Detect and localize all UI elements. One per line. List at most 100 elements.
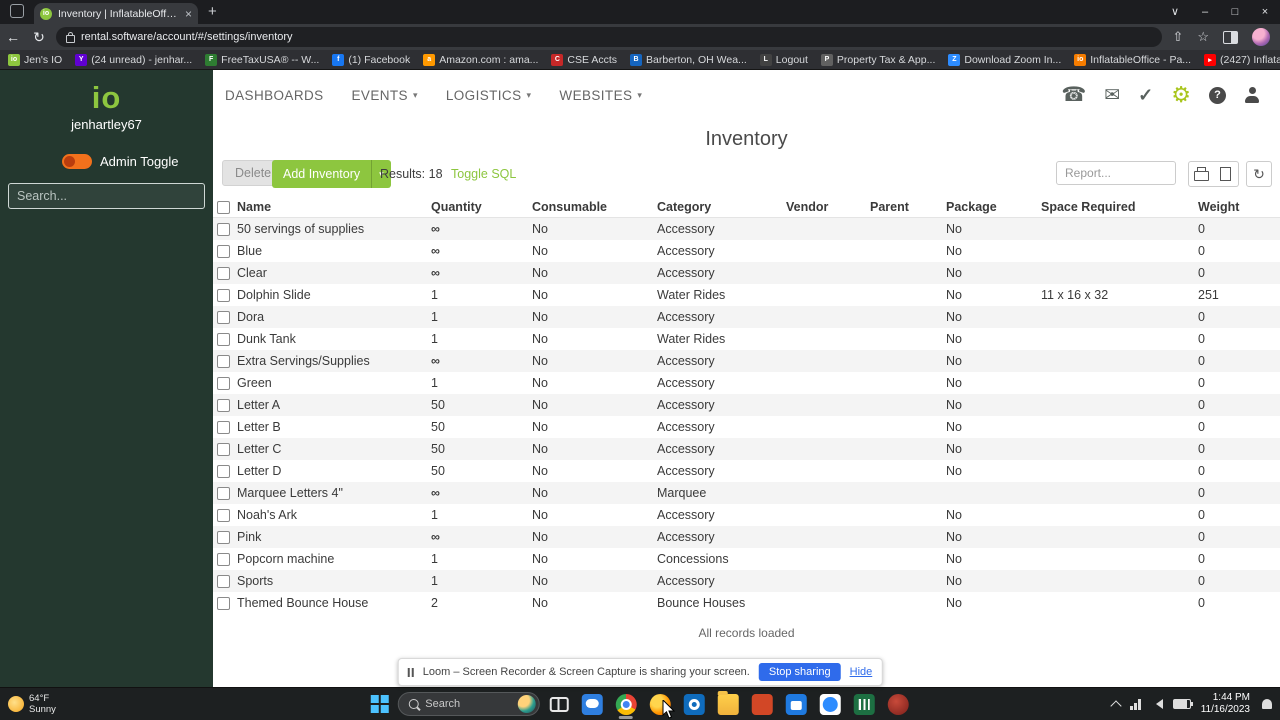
row-checkbox[interactable] xyxy=(217,553,230,567)
refresh-table-button[interactable]: ↻ xyxy=(1246,161,1272,187)
print-button[interactable] xyxy=(1188,161,1214,187)
table-row[interactable]: Extra Servings/Supplies ∞ No Accessory No 0 xyxy=(213,350,1280,373)
side-panel-icon[interactable] xyxy=(1223,30,1238,44)
table-row[interactable]: Letter B 50 No Accessory No 0 xyxy=(213,416,1280,439)
gear-icon[interactable]: ⚙ xyxy=(1171,84,1191,106)
table-row[interactable]: Letter D 50 No Accessory No 0 xyxy=(213,460,1280,483)
column-header-package[interactable]: Package xyxy=(942,197,1037,219)
table-row[interactable]: Dora 1 No Accessory No 0 xyxy=(213,306,1280,329)
column-header-name[interactable]: Name xyxy=(233,197,427,219)
battery-icon[interactable] xyxy=(1172,699,1193,709)
row-checkbox[interactable] xyxy=(217,597,230,611)
file-explorer-icon-button[interactable] xyxy=(714,690,741,718)
browser-tab[interactable]: io Inventory | InflatableOffice × xyxy=(34,3,198,24)
excel-icon-button[interactable] xyxy=(850,691,877,718)
row-checkbox[interactable] xyxy=(217,289,230,303)
column-header-category[interactable]: Category xyxy=(653,197,782,219)
nav-item-websites[interactable]: WEBSITES ▾ xyxy=(559,88,642,103)
start-button[interactable] xyxy=(369,693,391,715)
bookmark-item[interactable]: C CSE Accts xyxy=(551,53,617,66)
table-row[interactable]: Clear ∞ No Accessory No 0 xyxy=(213,262,1280,285)
bookmark-item[interactable]: io Jen's IO xyxy=(8,53,62,66)
row-checkbox[interactable] xyxy=(217,245,230,259)
weather-widget[interactable]: 64°F Sunny xyxy=(0,693,158,716)
row-checkbox[interactable] xyxy=(217,377,230,391)
row-checkbox[interactable] xyxy=(217,333,230,347)
powerpoint-icon-button[interactable] xyxy=(748,691,775,718)
admin-toggle-switch[interactable] xyxy=(62,154,92,169)
nav-item-dashboards[interactable]: DASHBOARDS xyxy=(225,88,324,103)
tab-close-icon[interactable]: × xyxy=(185,8,192,20)
row-checkbox[interactable] xyxy=(217,443,230,457)
profile-avatar[interactable] xyxy=(1252,28,1270,46)
refresh-icon[interactable]: ↻ xyxy=(26,29,52,46)
hidden-icons-chevron[interactable] xyxy=(1110,699,1122,712)
table-row[interactable]: Themed Bounce House 2 No Bounce Houses No 0 xyxy=(213,592,1280,615)
column-header-parent[interactable]: Parent xyxy=(866,197,942,219)
column-header-vendor[interactable]: Vendor xyxy=(782,197,866,219)
table-row[interactable]: Sports 1 No Accessory No 0 xyxy=(213,570,1280,593)
table-row[interactable]: Blue ∞ No Accessory No 0 xyxy=(213,240,1280,263)
taskbar-clock[interactable]: 1:44 PM 11/16/2023 xyxy=(1201,692,1250,717)
back-icon[interactable]: ← xyxy=(0,29,26,45)
store-icon-button[interactable] xyxy=(782,691,809,718)
bookmark-star-icon[interactable]: ☆ xyxy=(1197,29,1209,45)
mail-icon[interactable]: ✉ xyxy=(1104,86,1120,105)
bookmark-item[interactable]: Z Download Zoom In... xyxy=(948,53,1061,66)
bookmark-item[interactable]: ▸(2427) InflatableOffi... xyxy=(1204,53,1280,66)
chrome-icon-button[interactable] xyxy=(612,691,639,718)
select-all-checkbox[interactable] xyxy=(217,201,230,215)
table-row[interactable]: Dolphin Slide 1 No Water Rides No 11 x 16 x 3… xyxy=(213,284,1280,307)
column-header-quantity[interactable]: Quantity xyxy=(427,197,528,219)
report-input[interactable] xyxy=(1056,161,1176,185)
row-checkbox[interactable] xyxy=(217,223,230,237)
address-bar[interactable]: rental.software/account/#/settings/inven… xyxy=(56,27,1163,47)
export-button[interactable] xyxy=(1213,161,1239,187)
row-checkbox[interactable] xyxy=(217,355,230,369)
brave-icon-button[interactable] xyxy=(884,691,911,718)
nav-item-events[interactable]: EVENTS ▾ xyxy=(352,88,418,103)
chevron-down-icon[interactable]: ∨ xyxy=(1160,0,1190,24)
table-row[interactable]: Marquee Letters 4" ∞ No Marquee 0 xyxy=(213,482,1280,505)
table-row[interactable]: Letter C 50 No Accessory No 0 xyxy=(213,438,1280,461)
bookmark-item[interactable]: B Barberton, OH Wea... xyxy=(630,53,747,66)
bookmark-item[interactable]: P Property Tax & App... xyxy=(820,53,935,66)
row-checkbox[interactable] xyxy=(217,531,230,545)
share-icon[interactable]: ⇧ xyxy=(1172,29,1183,45)
table-row[interactable]: 50 servings of supplies ∞ No Accessory No 0 xyxy=(213,217,1280,241)
table-row[interactable]: Noah's Ark 1 No Accessory No 0 xyxy=(213,504,1280,527)
stop-sharing-button[interactable]: Stop sharing xyxy=(758,663,841,681)
add-inventory-button[interactable]: Add Inventory xyxy=(272,160,372,188)
bookmark-item[interactable]: L Logout xyxy=(759,53,808,66)
task-view-icon-button[interactable] xyxy=(546,691,571,718)
tab-search-icon[interactable] xyxy=(10,4,24,18)
table-row[interactable]: Green 1 No Accessory No 0 xyxy=(213,372,1280,395)
phone-icon[interactable]: ☎ xyxy=(1061,85,1086,105)
table-row[interactable]: Popcorn machine 1 No Concessions No 0 xyxy=(213,548,1280,571)
notification-bell-icon[interactable] xyxy=(1262,699,1272,709)
hide-link[interactable]: Hide xyxy=(850,666,873,678)
zoom-icon-button[interactable] xyxy=(816,691,843,718)
row-checkbox[interactable] xyxy=(217,267,230,281)
row-checkbox[interactable] xyxy=(217,465,230,479)
bookmark-item[interactable]: F FreeTaxUSA® -- W... xyxy=(205,53,319,66)
nav-item-logistics[interactable]: LOGISTICS ▾ xyxy=(446,88,532,103)
row-checkbox[interactable] xyxy=(217,487,230,501)
bookmark-item[interactable]: io InflatableOffice - Pa... xyxy=(1074,53,1191,66)
network-icon[interactable] xyxy=(1130,698,1141,710)
column-header-consumable[interactable]: Consumable xyxy=(528,197,653,219)
taskbar-search[interactable]: Search xyxy=(397,692,540,716)
outlook-icon-button[interactable] xyxy=(680,691,707,718)
row-checkbox[interactable] xyxy=(217,399,230,413)
bookmark-item[interactable]: Y (24 unread) - jenhar... xyxy=(75,53,192,66)
close-button[interactable]: × xyxy=(1250,0,1280,24)
toggle-sql-link[interactable]: Toggle SQL xyxy=(451,167,516,181)
bookmark-item[interactable]: a Amazon.com : ama... xyxy=(423,53,538,66)
row-checkbox[interactable] xyxy=(217,311,230,325)
sidebar-search-input[interactable] xyxy=(8,183,205,209)
row-checkbox[interactable] xyxy=(217,509,230,523)
row-checkbox[interactable] xyxy=(217,575,230,589)
volume-icon[interactable] xyxy=(1151,699,1163,709)
checkmark-icon[interactable]: ✓ xyxy=(1138,86,1153,104)
chat-icon-button[interactable] xyxy=(578,691,605,718)
